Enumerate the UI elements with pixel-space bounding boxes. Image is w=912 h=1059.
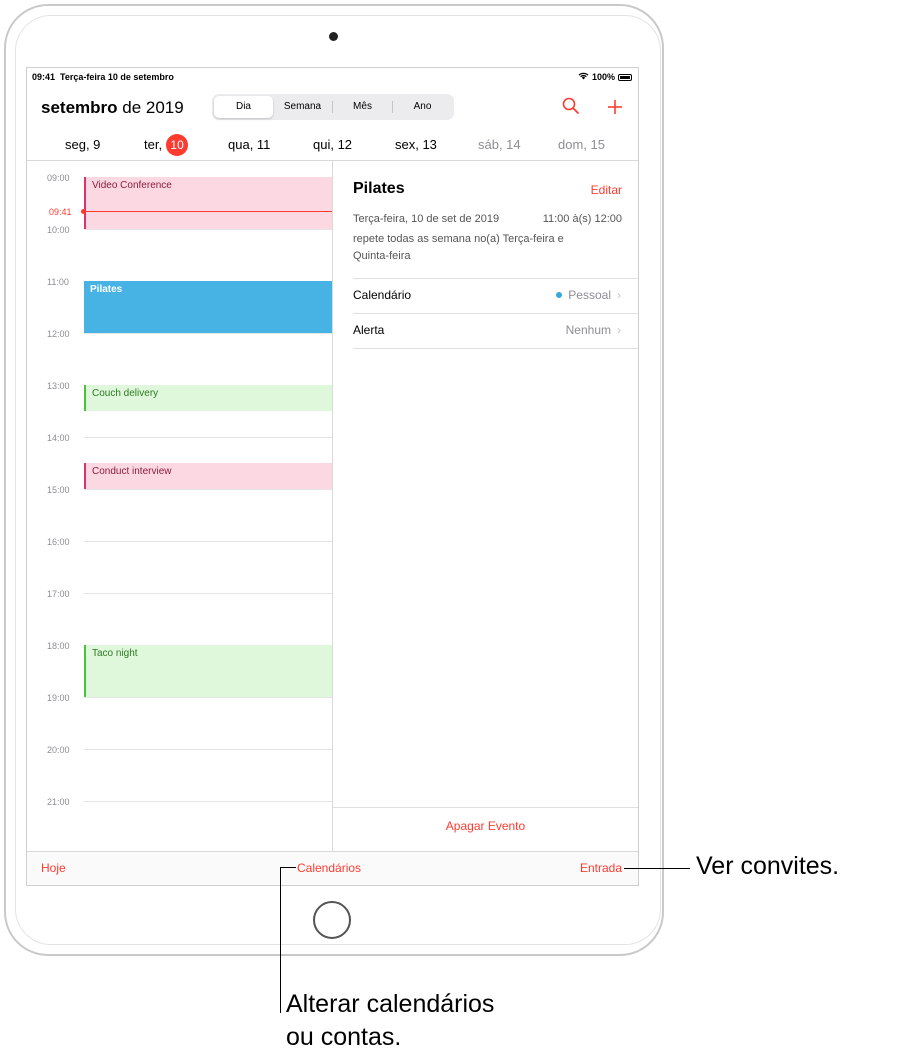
calendar-label: Calendário [353, 288, 412, 302]
alert-label: Alerta [353, 323, 385, 337]
event-video-conference[interactable]: Video Conference [84, 177, 332, 229]
status-date: Terça-feira 10 de setembro [60, 72, 174, 82]
calendar-row[interactable]: Calendário Pessoal › [353, 279, 621, 311]
alert-value: Nenhum [565, 323, 611, 337]
event-repeat: repete todas as semana no(a) Terça-feira… [353, 233, 564, 262]
day-wed[interactable]: qua, 11 [228, 134, 270, 156]
day-thu[interactable]: qui, 12 [313, 134, 352, 156]
event-pilates[interactable]: Pilates [84, 281, 332, 333]
plus-icon[interactable] [606, 98, 624, 116]
callout-calendars: Alterar calendários ou contas. [286, 990, 495, 1051]
chevron-right-icon: › [617, 323, 621, 337]
alert-row[interactable]: Alerta Nenhum › [353, 314, 621, 346]
hour-label: 19:00 [47, 693, 70, 703]
hour-label: 18:00 [47, 641, 70, 651]
hour-label: 12:00 [47, 329, 70, 339]
hour-label: 10:00 [47, 225, 70, 235]
hour-label: 11:00 [47, 277, 69, 287]
week-days-row: seg, 9 ter, 10 qua, 11 qui, 12 sex, 13 sá… [27, 134, 638, 158]
hour-line [84, 229, 332, 230]
event-taco-night[interactable]: Taco night [84, 645, 332, 697]
event-conduct-interview[interactable]: Conduct interview [84, 463, 332, 489]
event-detail-panel: Pilates Editar Terça-feira, 10 de set de… [333, 161, 638, 851]
day-mon[interactable]: seg, 9 [65, 134, 100, 156]
hour-line [84, 749, 332, 750]
inbox-button[interactable]: Entrada [580, 861, 622, 875]
event-date: Terça-feira, 10 de set de 2019 [353, 213, 500, 225]
event-couch-delivery[interactable]: Couch delivery [84, 385, 332, 411]
view-tab-month[interactable]: Mês [333, 96, 392, 118]
callout-line-calendars [280, 867, 281, 1013]
chevron-right-icon: › [617, 288, 621, 302]
view-switcher: Dia Semana Mês Ano [212, 94, 454, 120]
hour-label: 17:00 [47, 589, 70, 599]
hour-line [84, 333, 332, 334]
calendar-value: Pessoal [568, 288, 611, 302]
day-sat[interactable]: sáb, 14 [478, 134, 521, 156]
current-time-line [84, 211, 332, 212]
divider [333, 807, 638, 808]
day-timeline[interactable]: 09:00 10:00 11:00 12:00 13:00 14:00 15:0… [27, 161, 332, 851]
divider [353, 348, 638, 349]
day-fri[interactable]: sex, 13 [395, 134, 437, 156]
camera-icon [329, 32, 338, 41]
today-button[interactable]: Hoje [41, 861, 66, 875]
header: setembro de 2019 Dia Semana Mês Ano [27, 94, 638, 124]
callout-inbox: Ver convites. [696, 852, 840, 880]
calendars-button[interactable]: Calendários [297, 861, 361, 875]
event-time: 11:00 à(s) 12:00 [542, 213, 622, 225]
status-bar: 09:41 Terça-feira 10 de setembro 100% [27, 68, 638, 86]
hour-label: 21:00 [47, 797, 70, 807]
status-time: 09:41 [32, 72, 56, 82]
callout-line-calendars [280, 867, 296, 868]
hour-line [84, 437, 332, 438]
day-tue-today[interactable]: ter, 10 [144, 134, 189, 156]
edit-button[interactable]: Editar [591, 183, 622, 197]
view-tab-year[interactable]: Ano [393, 96, 452, 118]
view-tab-week[interactable]: Semana [273, 96, 332, 118]
delete-event-button[interactable]: Apagar Evento [333, 819, 638, 833]
wifi-icon [578, 72, 589, 82]
battery-icon [618, 73, 632, 81]
hour-line [84, 489, 332, 490]
hour-line [84, 541, 332, 542]
hour-label: 14:00 [47, 433, 70, 443]
hour-label: 13:00 [47, 381, 70, 391]
calendar-color-dot [556, 292, 563, 298]
today-badge: 10 [166, 134, 189, 156]
hour-label: 16:00 [47, 537, 70, 547]
hour-line [84, 697, 332, 698]
hour-label: 09:00 [47, 173, 70, 183]
hour-label: 15:00 [47, 485, 70, 495]
view-tab-day[interactable]: Dia [214, 96, 273, 118]
current-time-label: 09:41 [49, 207, 72, 217]
hour-line [84, 593, 332, 594]
event-title: Pilates [353, 180, 405, 197]
hour-label: 20:00 [47, 745, 70, 755]
hour-line [84, 801, 332, 802]
callout-line-inbox [624, 868, 690, 869]
day-sun[interactable]: dom, 15 [558, 134, 605, 156]
bottom-toolbar: Hoje Calendários Entrada [27, 851, 638, 885]
home-button[interactable] [313, 901, 351, 939]
calendar-screen: 09:41 Terça-feira 10 de setembro 100% se… [26, 67, 639, 886]
month-title: setembro de 2019 [41, 98, 184, 117]
battery-percent: 100% [591, 72, 615, 82]
search-icon[interactable] [562, 97, 580, 115]
